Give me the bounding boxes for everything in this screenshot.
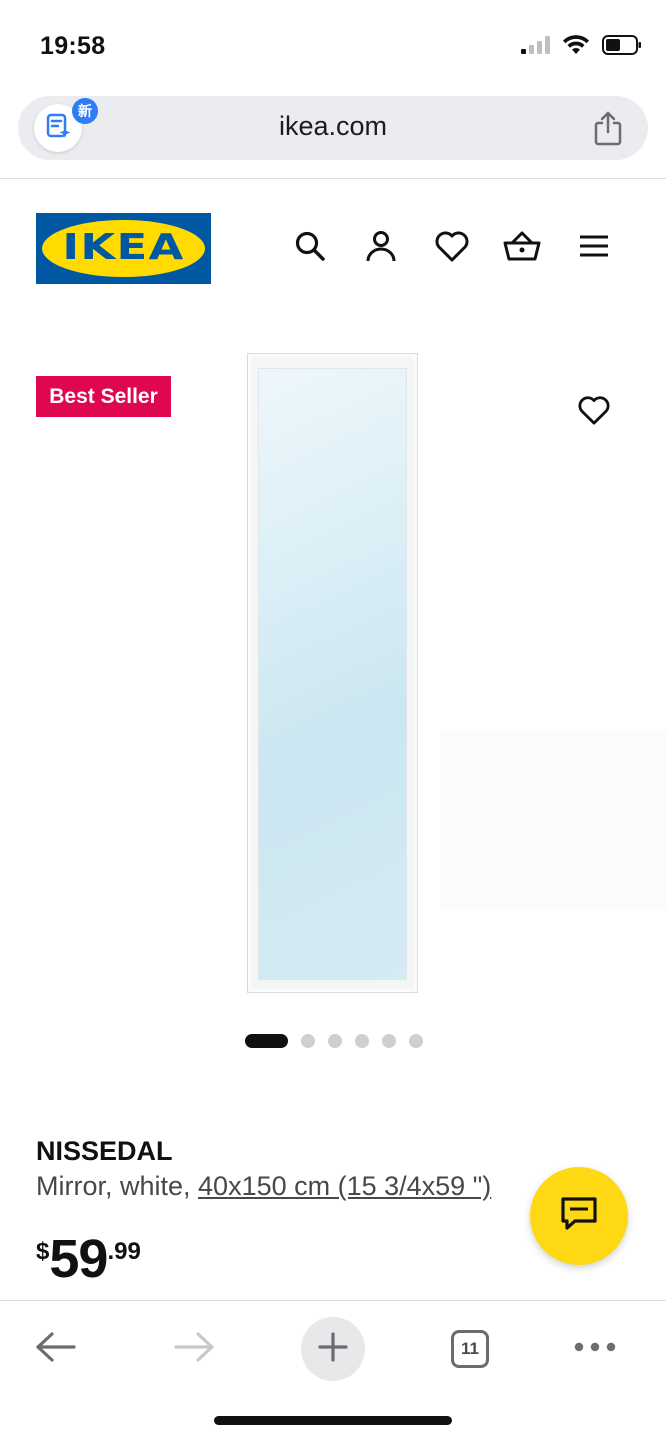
size-link[interactable]: 40x150 cm (15 3/4x59 ") <box>198 1171 491 1201</box>
back-button[interactable] <box>24 1317 88 1381</box>
forward-button[interactable] <box>162 1317 226 1381</box>
new-tab-plus-icon <box>317 1331 349 1368</box>
price-integer: 59 <box>49 1229 108 1289</box>
status-bar: 19:58 <box>0 0 666 96</box>
price-decimal: .99 <box>107 1238 141 1265</box>
wishlist-button[interactable] <box>430 226 474 270</box>
status-time: 19:58 <box>40 32 106 60</box>
wifi-icon <box>562 34 590 61</box>
image-background <box>440 730 666 910</box>
product-name: NISSEDAL <box>36 1136 173 1166</box>
status-icons <box>520 34 642 61</box>
carousel-dot[interactable] <box>355 1034 369 1048</box>
carousel-dot[interactable] <box>382 1034 396 1048</box>
cellular-signal-icon <box>520 35 550 60</box>
carousel-dot[interactable] <box>301 1034 315 1048</box>
product-description: Mirror, white, 40x150 cm (15 3/4x59 ") <box>36 1171 491 1202</box>
share-icon <box>592 111 624 150</box>
logo-text: IKEA <box>62 227 185 268</box>
search-icon <box>293 229 327 268</box>
shopping-basket-icon <box>502 229 542 268</box>
more-button[interactable] <box>563 1317 627 1381</box>
carousel-dot[interactable] <box>328 1034 342 1048</box>
image-carousel-dots[interactable] <box>0 1033 666 1049</box>
carousel-dot-active[interactable] <box>245 1034 288 1048</box>
account-button[interactable] <box>359 226 403 270</box>
mirror-glass <box>258 368 407 980</box>
price-currency: $ <box>36 1238 50 1265</box>
product-description-text: Mirror, white, <box>36 1171 199 1201</box>
basket-button[interactable] <box>500 226 544 270</box>
forward-arrow-icon <box>172 1330 216 1369</box>
wishlist-heart-icon <box>434 229 470 268</box>
product-image[interactable] <box>247 353 418 993</box>
best-seller-badge: Best Seller <box>36 376 171 417</box>
tabs-icon: 11 <box>451 1330 489 1368</box>
menu-icon <box>578 233 610 264</box>
new-tab-button[interactable] <box>301 1317 365 1381</box>
home-indicator <box>214 1416 452 1425</box>
url-text[interactable]: ikea.com <box>18 111 648 142</box>
battery-icon <box>602 34 642 61</box>
account-icon <box>364 229 398 268</box>
share-button[interactable] <box>592 110 624 151</box>
heart-icon <box>577 394 611 431</box>
product-price: $ 59 .99 <box>36 1232 141 1286</box>
carousel-dot[interactable] <box>409 1034 423 1048</box>
tab-count: 11 <box>461 1339 479 1358</box>
browser-divider <box>0 178 666 179</box>
tabs-button[interactable]: 11 <box>438 1317 502 1381</box>
chat-button[interactable] <box>530 1167 628 1265</box>
chat-bubble-icon <box>559 1195 599 1238</box>
menu-button[interactable] <box>572 226 616 270</box>
add-to-wishlist-button[interactable] <box>572 390 616 434</box>
more-icon <box>573 1340 617 1358</box>
ikea-logo[interactable]: IKEA <box>36 213 211 284</box>
search-button[interactable] <box>288 226 332 270</box>
back-arrow-icon <box>34 1330 78 1369</box>
url-bar[interactable]: 新 ikea.com <box>18 96 648 160</box>
